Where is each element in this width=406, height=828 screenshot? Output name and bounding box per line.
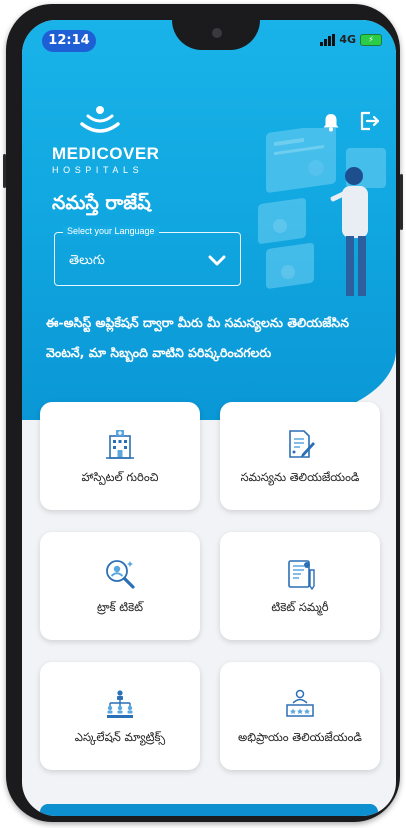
- brand-subtitle: HOSPITALS: [52, 165, 144, 175]
- report-issue-tile[interactable]: సమస్యను తెలియజేయండి: [220, 402, 380, 510]
- brand-name: MEDICOVER: [52, 144, 160, 163]
- front-camera: [212, 28, 222, 38]
- notification-bell-icon[interactable]: [322, 112, 340, 132]
- logout-icon[interactable]: [358, 110, 380, 132]
- signal-icon: [320, 33, 336, 46]
- escalation-matrix-icon: [107, 689, 133, 718]
- hospital-icon: [106, 429, 134, 459]
- tile-label: అభిప్రాయం తెలియజేయండి: [238, 729, 362, 744]
- feedback-tile[interactable]: అభిప్రాయం తెలియజేయండి: [220, 662, 380, 770]
- ticket-summary-icon: [288, 559, 315, 590]
- track-ticket-icon: [106, 559, 135, 589]
- feedback-icon: [286, 689, 314, 717]
- volume-button: [3, 154, 6, 188]
- chevron-down-icon: [208, 255, 226, 266]
- report-issue-icon: [289, 429, 315, 458]
- app-screen: 12:14 4G ⚡ MEDICOVER HOSPITALS నమస్తే రా…: [22, 20, 396, 816]
- medicover-logo: MEDICOVER HOSPITALS: [52, 102, 192, 175]
- tile-label: ఎస్కలేషన్ మ్యాట్రిక్స్: [74, 729, 166, 744]
- tile-label: సమస్యను తెలియజేయండి: [240, 469, 360, 484]
- escalation-matrix-tile[interactable]: ఎస్కలేషన్ మ్యాట్రిక్స్: [40, 662, 200, 770]
- doctor-illustration: [258, 128, 386, 296]
- battery-icon: ⚡: [360, 33, 382, 46]
- tile-label: ట్రాక్ టికెట్: [96, 599, 144, 614]
- status-indicators: 4G ⚡: [320, 33, 382, 46]
- language-selected-value: తెలుగు: [69, 253, 105, 268]
- phone-frame: 12:14 4G ⚡ MEDICOVER HOSPITALS నమస్తే రా…: [3, 4, 403, 822]
- track-ticket-tile[interactable]: ట్రాక్ టికెట్: [40, 532, 200, 640]
- power-button: [400, 174, 403, 230]
- logo-mark-icon: [80, 106, 120, 133]
- about-hospital-tile[interactable]: హాస్పిటల్ గురించి: [40, 402, 200, 510]
- language-select[interactable]: Select your Language తెలుగు: [54, 226, 241, 286]
- greeting-text: నమస్తే రాజేష్: [52, 192, 151, 214]
- ticket-summary-tile[interactable]: టికెట్ సమ్మరీ: [220, 532, 380, 640]
- network-type: 4G: [339, 33, 356, 46]
- tile-label: హాస్పిటల్ గురించి: [81, 469, 159, 484]
- tile-label: టికెట్ సమ్మరీ: [271, 599, 329, 614]
- app-description: ఈ-అసిస్ట్ అప్లికేషన్ ద్వారా మీరు మీ సమస్…: [46, 315, 349, 360]
- language-select-label: Select your Language: [63, 226, 159, 236]
- bottom-action-bar[interactable]: [40, 804, 378, 816]
- status-time: 12:14: [42, 30, 96, 52]
